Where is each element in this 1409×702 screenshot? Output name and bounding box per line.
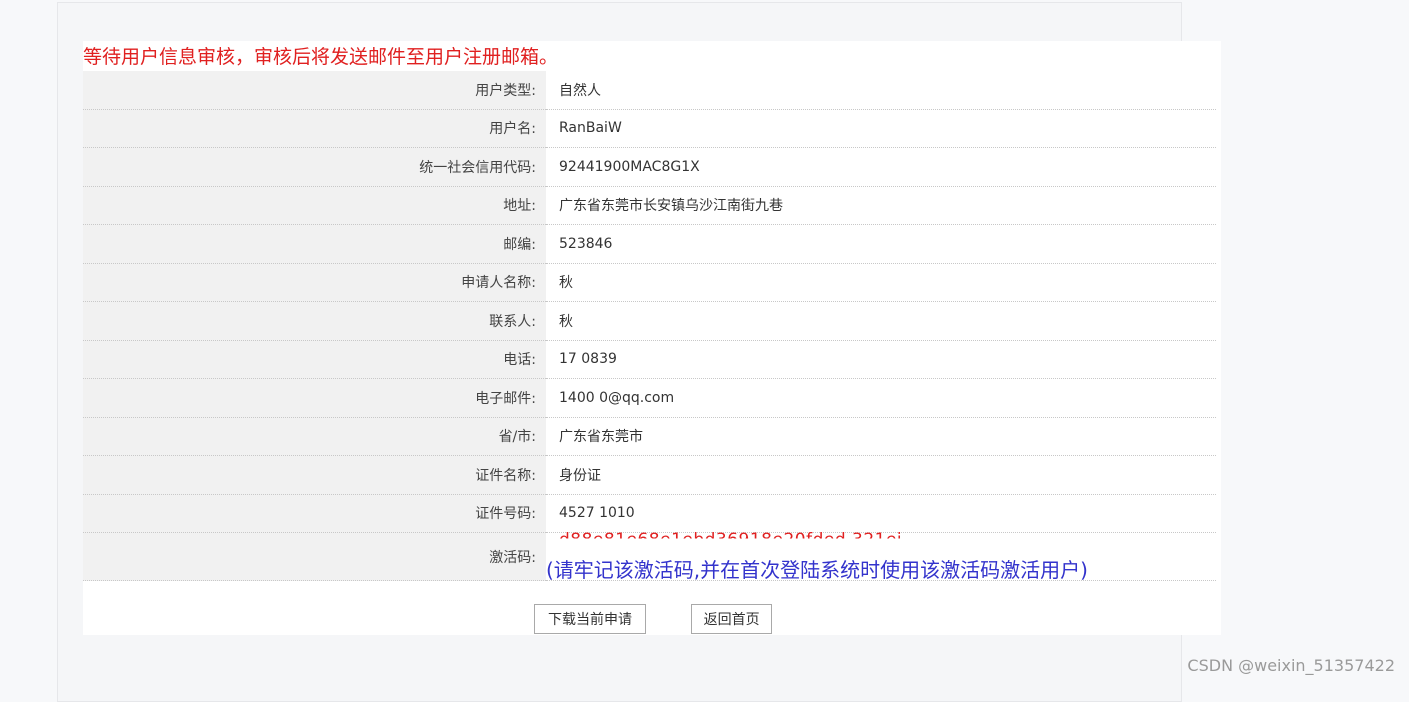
table-row: 激活码: d88e81e68e1ebd36918e20fded 321ei (请… [83, 529, 1216, 582]
activation-code-label: 激活码: [83, 532, 546, 581]
table-row: 地址: 广东省东莞市长安镇乌沙江南街九巷 [83, 186, 1216, 225]
contact-label: 联系人: [83, 301, 546, 341]
activation-code-hint: (请牢记该激活码,并在首次登陆系统时使用该激活码激活用户) [546, 557, 1088, 582]
table-row: 用户名: RanBaiW [83, 109, 1216, 148]
credit-code-value: 92441900MAC8G1X [546, 147, 1216, 187]
table-row: 电话: 17 0839 [83, 340, 1216, 379]
activation-code-value: d88e81e68e1ebd36918e20fded 321ei [559, 529, 903, 550]
table-row: 联系人: 秋 [83, 301, 1216, 341]
table-row: 电子邮件: 1400 0@qq.com [83, 378, 1216, 418]
action-buttons: 下载当前申请 返回首页 [534, 604, 773, 634]
province-city-label: 省/市: [83, 417, 546, 456]
user-type-value: 自然人 [546, 71, 1216, 110]
pending-review-notice: 等待用户信息审核，审核后将发送邮件至用户注册邮箱。 [83, 46, 559, 68]
address-value: 广东省东莞市长安镇乌沙江南街九巷 [546, 186, 1216, 225]
province-city-value: 广东省东莞市 [546, 417, 1216, 456]
applicant-name-label: 申请人名称: [83, 263, 546, 302]
table-row: 统一社会信用代码: 92441900MAC8G1X [83, 147, 1216, 187]
username-label: 用户名: [83, 109, 546, 148]
download-application-button[interactable]: 下载当前申请 [534, 604, 646, 634]
table-row: 用户类型: 自然人 [83, 71, 1216, 110]
username-value: RanBaiW [546, 109, 1216, 148]
contact-value: 秋 [546, 301, 1216, 341]
phone-value: 17 0839 [546, 340, 1216, 379]
return-home-button[interactable]: 返回首页 [691, 604, 773, 634]
email-value: 1400 0@qq.com [546, 378, 1216, 418]
application-info-table: 用户类型: 自然人 用户名: RanBaiW 统一社会信用代码: 9244190… [83, 71, 1216, 582]
user-type-label: 用户类型: [83, 71, 546, 110]
id-type-label: 证件名称: [83, 455, 546, 495]
table-row: 申请人名称: 秋 [83, 263, 1216, 302]
table-row: 邮编: 523846 [83, 224, 1216, 264]
credit-code-label: 统一社会信用代码: [83, 147, 546, 187]
table-row: 证件号码: 4527 1010 [83, 494, 1216, 533]
address-label: 地址: [83, 186, 546, 225]
csdn-watermark: CSDN @weixin_51357422 [1187, 656, 1395, 675]
id-type-value: 身份证 [546, 455, 1216, 495]
id-number-label: 证件号码: [83, 494, 546, 533]
id-number-value: 4527 1010 [546, 494, 1216, 533]
email-label: 电子邮件: [83, 378, 546, 418]
postcode-value: 523846 [546, 224, 1216, 264]
table-row: 证件名称: 身份证 [83, 455, 1216, 495]
activation-code-cell: d88e81e68e1ebd36918e20fded 321ei (请牢记该激活… [546, 529, 1216, 582]
applicant-name-value: 秋 [546, 263, 1216, 302]
postcode-label: 邮编: [83, 224, 546, 264]
phone-label: 电话: [83, 340, 546, 379]
table-row: 省/市: 广东省东莞市 [83, 417, 1216, 456]
